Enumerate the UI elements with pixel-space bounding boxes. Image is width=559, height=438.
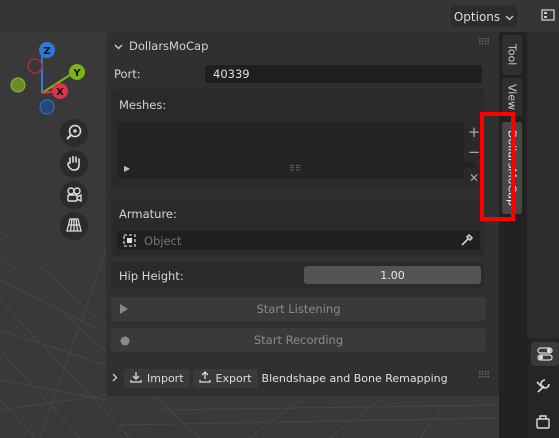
meshes-section: Meshes: ▶ ⠿⠿ bbox=[111, 89, 484, 189]
toggle-icon bbox=[537, 347, 553, 364]
armature-icon bbox=[123, 234, 136, 250]
gizmo-z-label: Z bbox=[43, 46, 50, 57]
3d-viewport[interactable]: Options Z Y X DollarsMoCap ⠿⠿ Port: 4033… bbox=[0, 0, 527, 438]
panel-header[interactable]: DollarsMoCap bbox=[114, 39, 208, 53]
start-recording-label: Start Recording bbox=[253, 333, 344, 347]
viewport-header: Options bbox=[0, 0, 527, 32]
tab-view-label: View bbox=[505, 83, 519, 111]
expand-arrow-icon[interactable]: ▶ bbox=[124, 164, 130, 173]
zoom-button[interactable] bbox=[60, 119, 88, 147]
wrench-icon[interactable] bbox=[535, 378, 551, 397]
tab-view[interactable]: View bbox=[502, 78, 522, 116]
gizmo-x-label: X bbox=[56, 87, 64, 98]
remap-section-title: Blendshape and Bone Remapping bbox=[261, 371, 448, 385]
port-field[interactable]: 40339 bbox=[205, 65, 482, 83]
drag-handle-icon[interactable]: ⠿⠿ bbox=[478, 38, 490, 48]
export-icon bbox=[198, 370, 211, 386]
zoom-icon bbox=[65, 123, 83, 144]
properties-tabs bbox=[527, 338, 559, 438]
export-label: Export bbox=[215, 371, 252, 385]
grid-perspective-icon bbox=[65, 216, 83, 237]
meshes-label: Meshes: bbox=[119, 98, 167, 112]
armature-label: Armature: bbox=[119, 207, 177, 221]
import-button[interactable]: Import bbox=[124, 368, 190, 388]
minus-icon: − bbox=[467, 143, 481, 161]
start-recording-button[interactable]: Start Recording bbox=[111, 328, 486, 352]
start-listening-button[interactable]: Start Listening bbox=[111, 297, 486, 321]
tab-tool-label: Tool bbox=[505, 44, 519, 66]
hand-icon bbox=[65, 154, 83, 175]
meshes-list[interactable]: ▶ ⠿⠿ bbox=[117, 122, 476, 179]
export-button[interactable]: Export bbox=[192, 368, 258, 388]
armature-section: Armature: Object bbox=[111, 199, 484, 256]
highlight-box bbox=[480, 112, 515, 221]
properties-editor-strip bbox=[527, 0, 559, 438]
pan-button[interactable] bbox=[60, 150, 88, 178]
resize-handle-icon[interactable]: ⠿⠿ bbox=[289, 164, 301, 173]
import-icon bbox=[130, 371, 142, 386]
import-label: Import bbox=[147, 371, 184, 385]
properties-tab-tool[interactable] bbox=[531, 342, 559, 366]
plus-icon: + bbox=[467, 123, 481, 141]
start-listening-label: Start Listening bbox=[256, 302, 341, 316]
navigation-gizmo[interactable]: Z Y X bbox=[5, 38, 95, 128]
hip-height-value: 1.00 bbox=[380, 268, 405, 282]
options-label: Options bbox=[453, 9, 501, 24]
hip-height-section: Hip Height: 1.00 bbox=[111, 262, 484, 288]
drag-handle-icon[interactable]: ⠿⠿ bbox=[478, 371, 490, 381]
gizmo-y-label: Y bbox=[72, 68, 81, 79]
play-icon bbox=[119, 303, 129, 318]
remap-section-header[interactable]: Import Export Blendshape and Bone Remapp… bbox=[112, 368, 492, 388]
eyedropper-icon[interactable] bbox=[460, 233, 474, 250]
chevron-down-icon bbox=[505, 10, 514, 24]
hip-height-slider[interactable]: 1.00 bbox=[304, 266, 481, 284]
chevron-down-icon bbox=[114, 40, 123, 53]
panel-title: DollarsMoCap bbox=[129, 39, 209, 53]
armature-object-field[interactable]: Object bbox=[117, 231, 480, 250]
port-label: Port: bbox=[114, 67, 141, 81]
hip-height-label: Hip Height: bbox=[119, 269, 184, 283]
tab-tool[interactable]: Tool bbox=[502, 35, 522, 75]
chevron-right-icon bbox=[112, 372, 118, 385]
editor-type-icon[interactable] bbox=[541, 8, 555, 25]
options-dropdown[interactable]: Options bbox=[451, 6, 517, 27]
close-icon: ✕ bbox=[468, 171, 480, 185]
sidebar-tabs: Tool View DollarsMoCap bbox=[499, 32, 527, 438]
render-icon[interactable] bbox=[535, 414, 551, 433]
perspective-toggle-button[interactable] bbox=[60, 212, 88, 240]
record-icon bbox=[120, 335, 130, 349]
camera-icon bbox=[65, 185, 83, 206]
dollarsmocap-panel: DollarsMoCap ⠿⠿ Port: 40339 Meshes: ▶ ⠿⠿… bbox=[106, 32, 499, 396]
armature-placeholder: Object bbox=[144, 234, 182, 248]
top-corner bbox=[527, 0, 559, 32]
camera-view-button[interactable] bbox=[60, 181, 88, 209]
port-value: 40339 bbox=[213, 67, 250, 81]
